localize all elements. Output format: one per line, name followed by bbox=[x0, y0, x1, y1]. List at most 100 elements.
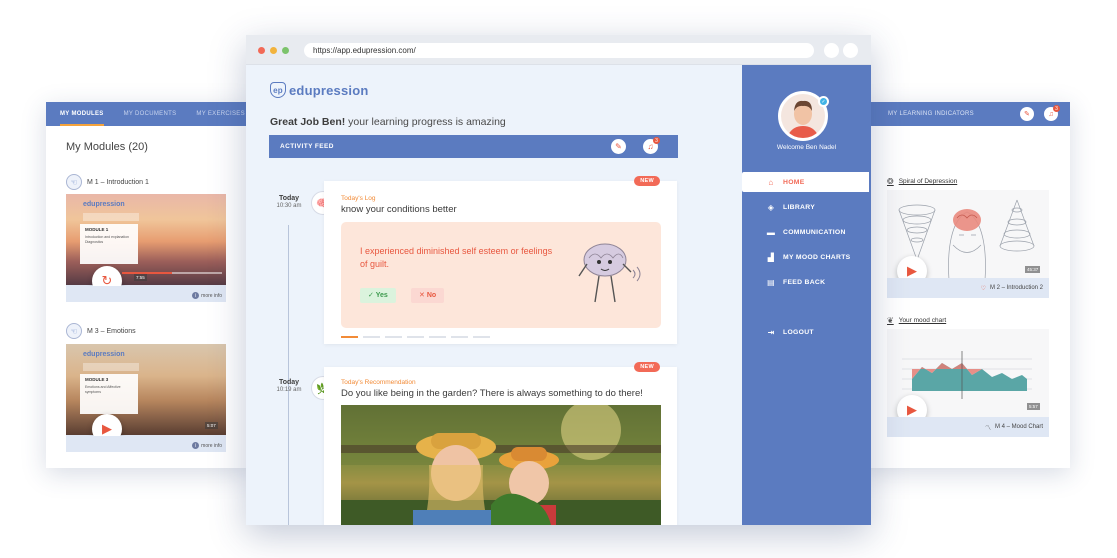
sidebar: ✓ Welcome Ben Nadel ⌂ HOME ◈ LIBRARY ▬ C… bbox=[742, 65, 871, 525]
main-content: ep edupression Great Job Ben! your learn… bbox=[246, 65, 742, 525]
prompt-text: I experienced diminished self esteem or … bbox=[360, 246, 553, 269]
no-label: No bbox=[426, 292, 437, 299]
module-header[interactable]: ☜ M 3 – Emotions bbox=[66, 323, 136, 339]
module-label: M 1 – Introduction 1 bbox=[87, 178, 149, 186]
thumb-band bbox=[83, 213, 139, 221]
indicator-link[interactable]: ❂ Spiral of Depression bbox=[887, 177, 957, 186]
learning-indicators-panel: MY LEARNING INDICATORS ✎ ♫ 3 ❂ Spiral of… bbox=[862, 102, 1070, 468]
chat-icon: ▬ bbox=[766, 227, 776, 237]
thumb-logo: edupression bbox=[83, 351, 125, 358]
modules-title: My Modules (20) bbox=[66, 141, 148, 153]
activity-feed-bar: ACTIVITY FEED ✎ ♫ 3 bbox=[269, 135, 678, 158]
garden-photo[interactable] bbox=[341, 405, 661, 525]
carousel-dot[interactable] bbox=[451, 336, 468, 338]
tab-my-documents[interactable]: MY DOCUMENTS bbox=[124, 102, 177, 126]
log-prompt: I experienced diminished self esteem or … bbox=[341, 222, 661, 328]
mood-chart-thumbnail[interactable]: 5:57 ▶ 〽 M 4 – Mood Chart bbox=[887, 329, 1049, 437]
info-icon: i bbox=[192, 442, 200, 449]
nav-home[interactable]: ⌂ HOME bbox=[742, 172, 869, 192]
hand-icon: ☜ bbox=[66, 174, 82, 190]
nav-logout[interactable]: ⇥ LOGOUT bbox=[742, 322, 871, 342]
timeline-day: Today bbox=[278, 379, 300, 386]
module-duration: 5:07 bbox=[205, 422, 218, 429]
carousel-dots[interactable] bbox=[341, 336, 490, 338]
notification-badge: 3 bbox=[1053, 105, 1060, 112]
address-bar[interactable]: https://app.edupression.com/ bbox=[304, 43, 814, 58]
thumb-logo: edupression bbox=[83, 201, 125, 208]
indicators-title: MY LEARNING INDICATORS bbox=[888, 111, 974, 117]
carousel-dot[interactable] bbox=[341, 336, 358, 338]
carousel-dot[interactable] bbox=[363, 336, 380, 338]
card-tag: Today's Recommendation bbox=[341, 379, 416, 386]
module-header[interactable]: ☜ M 1 – Introduction 1 bbox=[66, 174, 149, 190]
edit-button[interactable]: ✎ bbox=[1020, 107, 1034, 121]
more-info-link[interactable]: i more info bbox=[192, 292, 222, 299]
thumb-footer: i more info bbox=[66, 436, 226, 452]
edit-button[interactable]: ✎ bbox=[611, 139, 626, 154]
more-info-label: more info bbox=[201, 442, 222, 449]
nav-label: HOME bbox=[783, 178, 805, 186]
verified-icon: ✓ bbox=[818, 96, 829, 107]
module-info-box: MODULE 3 Emotions and Affective symptoms bbox=[80, 374, 138, 414]
greeting-name: Great Job Ben! bbox=[270, 116, 346, 128]
timeline-line bbox=[288, 225, 289, 525]
module-box-title: MODULE 1 bbox=[85, 227, 109, 232]
notification-badge: 3 bbox=[653, 137, 660, 144]
module-duration: 7:55 bbox=[134, 274, 147, 281]
greeting-text: your learning progress is amazing bbox=[345, 116, 506, 128]
more-info-link[interactable]: i more info bbox=[192, 442, 222, 449]
timeline-date: Today 10:30 am bbox=[270, 195, 308, 209]
brain-character-illustration bbox=[578, 243, 641, 303]
yes-button[interactable]: ✓ Yes bbox=[360, 288, 396, 303]
close-dot[interactable] bbox=[258, 47, 265, 54]
tab-my-exercises[interactable]: MY EXERCISES bbox=[196, 102, 245, 126]
no-button[interactable]: ✕ No bbox=[411, 288, 445, 303]
bell-icon: ♫ bbox=[1048, 110, 1054, 118]
feedback-icon: ▤ bbox=[767, 277, 775, 287]
carousel-dot[interactable] bbox=[385, 336, 402, 338]
maximize-dot[interactable] bbox=[282, 47, 289, 54]
pencil-icon: ✎ bbox=[1024, 111, 1030, 118]
module-thumbnail[interactable]: edupression MODULE 3 Emotions and Affect… bbox=[66, 344, 226, 452]
play-icon: ▶ bbox=[102, 421, 112, 436]
new-badge: NEW bbox=[634, 176, 660, 186]
indicator-footer-label: M 2 – Introduction 2 bbox=[989, 285, 1043, 291]
modules-tabs: MY MODULES MY DOCUMENTS MY EXERCISES bbox=[46, 102, 254, 126]
info-icon: i bbox=[192, 292, 200, 299]
indicator-footer: 〽 M 4 – Mood Chart bbox=[887, 417, 1049, 437]
card-question: Do you like being in the garden? There i… bbox=[341, 388, 643, 399]
nav-feedback[interactable]: ▤ FEED BACK bbox=[742, 272, 871, 292]
new-badge: NEW bbox=[634, 362, 660, 372]
bell-icon: ♫ bbox=[647, 142, 654, 151]
indicator-footer-label: M 4 – Mood Chart bbox=[994, 424, 1043, 430]
browser-button[interactable] bbox=[824, 43, 839, 58]
indicator-label: Spiral of Depression bbox=[898, 178, 958, 185]
nav-communication[interactable]: ▬ COMMUNICATION bbox=[742, 222, 871, 242]
garden-scene bbox=[341, 405, 661, 525]
minimize-dot[interactable] bbox=[270, 47, 277, 54]
logo-text: edupression bbox=[289, 82, 369, 98]
pencil-icon: ✎ bbox=[615, 142, 622, 151]
carousel-dot[interactable] bbox=[473, 336, 490, 338]
nav-label: COMMUNICATION bbox=[783, 228, 846, 236]
spiral-thumbnail[interactable]: 45:37 ▶ ♡ M 2 – Introduction 2 bbox=[887, 190, 1049, 298]
nav-mood-charts[interactable]: ▟ MY MOOD CHARTS bbox=[742, 247, 871, 267]
recommendation-card: NEW Today's Recommendation Do you like b… bbox=[324, 362, 677, 525]
app-logo[interactable]: ep edupression bbox=[270, 82, 369, 98]
tab-my-modules[interactable]: MY MODULES bbox=[60, 102, 104, 126]
indicator-duration: 5:57 bbox=[1027, 403, 1040, 410]
indicator-link[interactable]: ❦ Your mood chart bbox=[887, 316, 946, 325]
x-icon: ✕ bbox=[419, 292, 427, 299]
module-progress-fill bbox=[122, 272, 172, 274]
thumb-footer: i more info bbox=[66, 286, 226, 302]
nav-library[interactable]: ◈ LIBRARY bbox=[742, 197, 871, 217]
indicators-bar: MY LEARNING INDICATORS ✎ ♫ 3 bbox=[862, 102, 1070, 126]
yes-label: Yes bbox=[375, 292, 388, 299]
browser-button[interactable] bbox=[843, 43, 858, 58]
module-thumbnail[interactable]: edupression MODULE 1 Introduction and ex… bbox=[66, 194, 226, 302]
carousel-dot[interactable] bbox=[429, 336, 446, 338]
carousel-dot[interactable] bbox=[407, 336, 424, 338]
more-info-label: more info bbox=[201, 292, 222, 299]
thumb-band bbox=[83, 363, 139, 371]
logo-icon: ep bbox=[270, 82, 286, 98]
